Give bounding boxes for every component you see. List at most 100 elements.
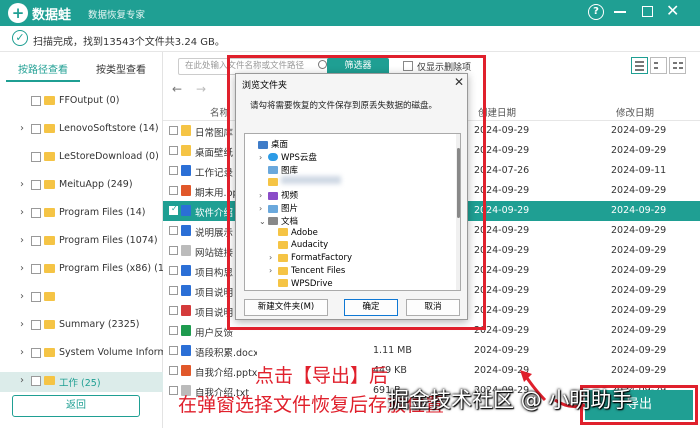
tree-item[interactable]: FFOutput (0) <box>0 92 163 112</box>
folder-icon <box>44 264 55 273</box>
dialog-tree-item[interactable] <box>259 176 341 189</box>
file-row-checkbox[interactable] <box>169 266 178 275</box>
created-date: 2024-09-29 <box>474 365 530 376</box>
file-row-checkbox[interactable] <box>169 366 178 375</box>
app-brand: 数据蛙 <box>32 8 72 23</box>
dialog-tree-label: 桌面 <box>271 140 289 150</box>
tree-item[interactable]: › 工作 (25) <box>0 372 163 392</box>
tree-item[interactable]: › MeituApp (249) <box>0 176 163 196</box>
detail-view-icon[interactable] <box>650 57 667 74</box>
file-row[interactable]: 用户反馈 2024-09-29 2024-09-29 <box>163 321 700 341</box>
tree-item-checkbox[interactable] <box>31 152 41 162</box>
file-row-checkbox[interactable] <box>169 326 178 335</box>
dialog-title: 浏览文件夹 <box>242 81 288 91</box>
list-view-icon[interactable] <box>631 57 648 74</box>
tree-item[interactable]: › Program Files (1074) <box>0 232 163 252</box>
file-row-checkbox[interactable] <box>169 286 178 295</box>
dialog-tree-label: Adobe <box>291 227 318 238</box>
file-row-checkbox[interactable] <box>169 386 178 395</box>
file-row-checkbox[interactable] <box>169 146 178 155</box>
new-folder-button[interactable]: 新建文件夹(M) <box>244 299 328 316</box>
tree-item-label: FFOutput (0) <box>59 95 120 106</box>
minimize-icon[interactable] <box>614 11 626 13</box>
chevron-right-icon[interactable]: › <box>20 179 24 190</box>
back-button[interactable]: 返回 <box>12 395 140 417</box>
tree-item[interactable]: › Program Files (x86) (1976 <box>0 260 163 280</box>
file-row[interactable]: 语段积累.docx 1.11 MB 2024-09-29 2024-09-29 <box>163 341 700 361</box>
chevron-right-icon[interactable]: › <box>20 291 24 302</box>
dialog-tree-item[interactable]: › WPS云盘 <box>259 151 317 164</box>
close-icon[interactable]: ✕ <box>666 1 679 20</box>
tree-expand-icon[interactable]: ⌄ <box>259 217 268 226</box>
folder-icon <box>268 177 278 186</box>
file-row-checkbox[interactable] <box>169 246 178 255</box>
file-row-checkbox[interactable] <box>169 306 178 315</box>
dialog-tree-item[interactable]: › 视频 <box>259 189 298 202</box>
only-deleted-label: 仅显示删除项 <box>417 63 472 73</box>
tree-item-label: Program Files (x86) (1976 <box>59 263 163 274</box>
tree-item-checkbox[interactable] <box>31 292 41 302</box>
chevron-right-icon[interactable]: › <box>20 375 24 386</box>
dialog-tree-label: 图库 <box>281 165 299 176</box>
tree-item-checkbox[interactable] <box>31 348 41 358</box>
file-row-checkbox[interactable]: ✓ <box>169 204 178 215</box>
chevron-right-icon[interactable]: › <box>20 123 24 134</box>
tree-item[interactable]: › Program Files (14) <box>0 204 163 224</box>
dialog-tree-item[interactable]: › 图片 <box>259 202 298 215</box>
tree-expand-icon[interactable]: › <box>259 204 268 213</box>
chevron-right-icon[interactable]: › <box>20 319 24 330</box>
dialog-tree-item[interactable]: 桌面 <box>249 138 288 151</box>
tree-item[interactable]: › <box>0 288 163 308</box>
tree-item-checkbox[interactable] <box>31 208 41 218</box>
file-row-checkbox[interactable] <box>169 346 178 355</box>
grid-view-icon[interactable] <box>669 57 686 74</box>
file-row-checkbox[interactable] <box>169 186 178 195</box>
help-icon[interactable]: ? <box>588 4 604 20</box>
tree-item-checkbox[interactable] <box>31 264 41 274</box>
chevron-right-icon[interactable]: › <box>20 207 24 218</box>
dialog-tree-label: 文档 <box>281 216 299 227</box>
dialog-tree-item[interactable]: › Tencent Files <box>269 266 345 279</box>
tree-item[interactable]: › Summary (2325) <box>0 316 163 336</box>
search-icon[interactable] <box>318 60 327 69</box>
file-row-checkbox[interactable] <box>169 126 178 135</box>
tree-item-checkbox[interactable] <box>31 96 41 106</box>
file-row-checkbox[interactable] <box>169 166 178 175</box>
tree-item-checkbox[interactable] <box>31 320 41 330</box>
dialog-close-icon[interactable]: ✕ <box>454 75 464 89</box>
dialog-cancel-button[interactable]: 取消 <box>406 299 460 316</box>
tree-item[interactable]: LeStoreDownload (0) <box>0 148 163 168</box>
tree-expand-icon[interactable]: › <box>259 153 268 162</box>
file-row-checkbox[interactable] <box>169 226 178 235</box>
only-deleted-checkbox[interactable] <box>403 61 413 71</box>
tree-item[interactable]: › System Volume Informati <box>0 344 163 364</box>
tree-expand-icon[interactable]: › <box>269 266 278 275</box>
folder-icon <box>44 152 55 161</box>
tab-by-path[interactable]: 按路径查看 <box>6 60 80 82</box>
tree-item-checkbox[interactable] <box>31 236 41 246</box>
folder-icon <box>44 348 55 357</box>
dialog-scrollbar[interactable] <box>456 134 460 290</box>
tree-item[interactable]: › LenovoSoftstore (14) <box>0 120 163 140</box>
dialog-tree-item[interactable]: 图库 <box>259 164 298 177</box>
file-name: 项目说明 <box>195 308 234 319</box>
chevron-right-icon[interactable]: › <box>20 347 24 358</box>
dialog-tree-item[interactable]: WPSDrive <box>269 279 333 290</box>
dialog-tree-item[interactable]: Audacity <box>269 240 328 253</box>
dialog-ok-button[interactable]: 确定 <box>344 299 398 316</box>
tree-expand-icon[interactable]: › <box>259 191 268 200</box>
tree-expand-icon[interactable]: › <box>269 253 278 262</box>
file-row[interactable]: 自我介绍.pptx 449 KB 2024-09-29 2024-09-29 <box>163 361 700 381</box>
tree-item-checkbox[interactable] <box>31 124 41 134</box>
dialog-tree-item[interactable]: Adobe <box>269 228 318 241</box>
tree-item-checkbox[interactable] <box>31 180 41 190</box>
chevron-right-icon[interactable]: › <box>20 263 24 274</box>
tree-item-checkbox[interactable] <box>31 376 41 386</box>
dialog-tree-item[interactable]: › FormatFactory <box>269 253 352 266</box>
chevron-right-icon[interactable]: › <box>20 235 24 246</box>
maximize-icon[interactable] <box>642 6 653 17</box>
nav-forward-icon[interactable]: → <box>196 82 206 96</box>
tab-by-type[interactable]: 按类型查看 <box>84 60 158 82</box>
nav-back-icon[interactable]: ← <box>172 82 182 96</box>
dialog-tree-item[interactable]: ⌄ 文档 <box>259 215 298 228</box>
